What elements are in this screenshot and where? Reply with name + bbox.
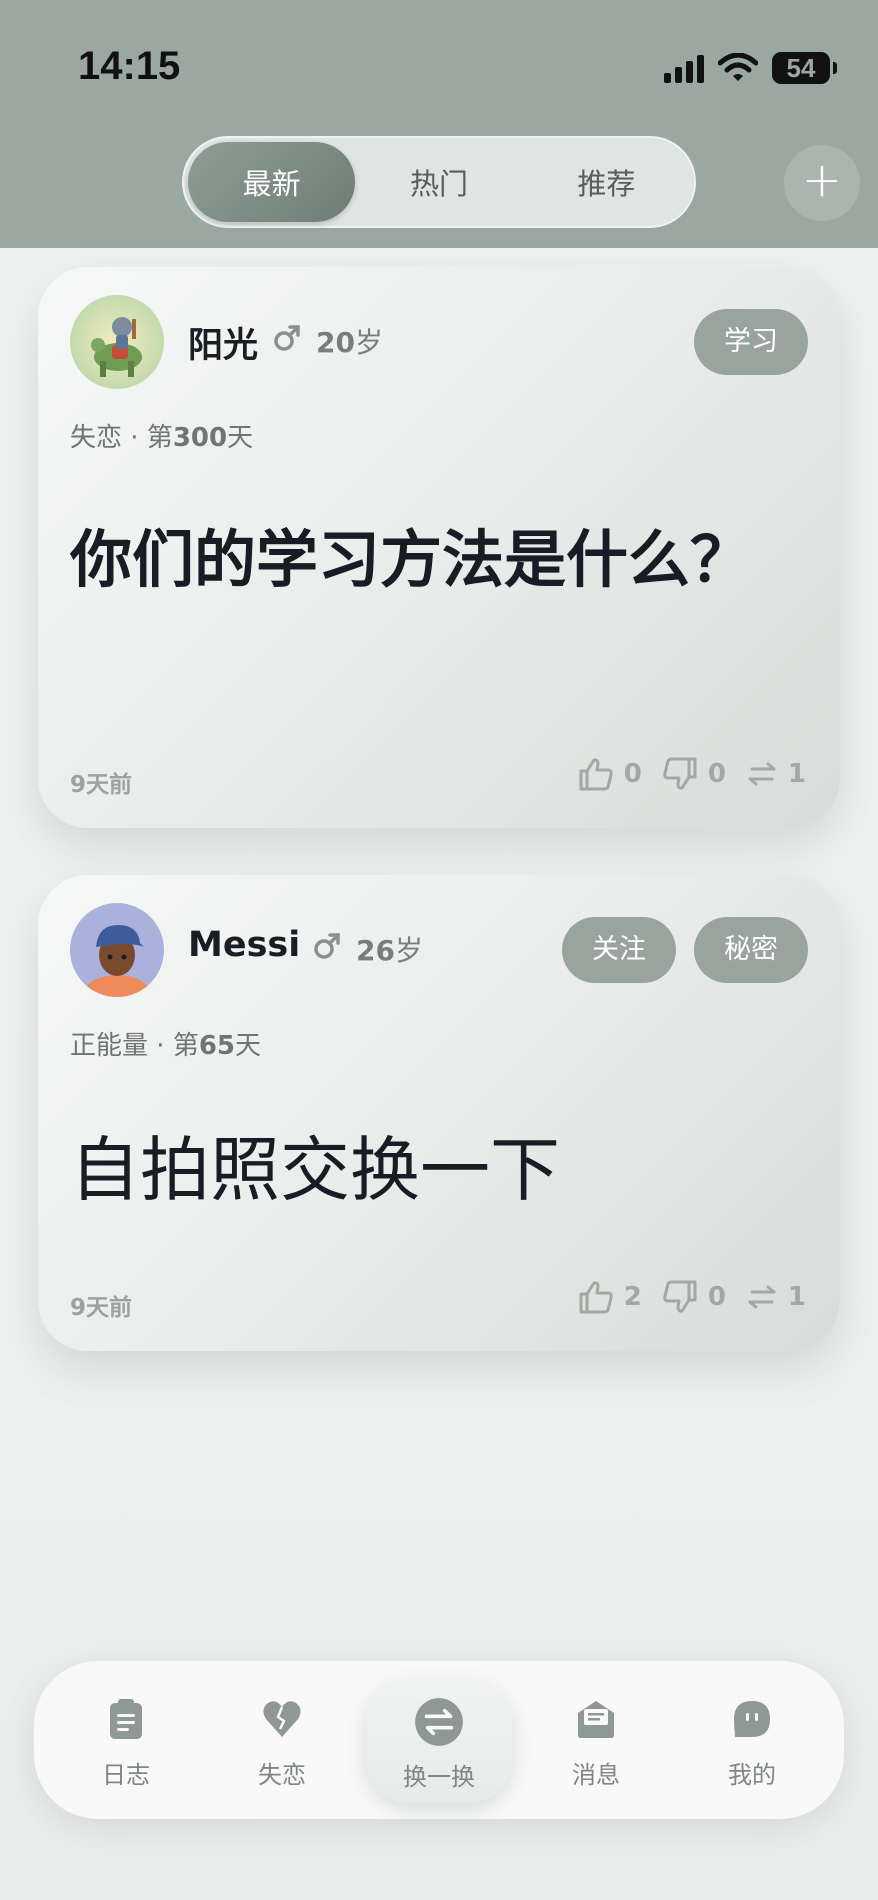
tag-secret-button[interactable]: 秘密 [694,917,808,983]
wifi-icon [718,53,758,81]
post-content[interactable]: 你们的学习方法是什么？ [70,517,770,603]
clipboard-icon [110,1699,142,1739]
user-name[interactable]: 阳光 [188,317,258,368]
top-header: 14:15 54 最新 热门 推荐 + [0,0,878,248]
user-name[interactable]: Messi [188,925,300,965]
post-time: 9天前 [70,1295,133,1321]
swap-arrows-icon [748,762,776,786]
status-icons: 54 [664,50,837,86]
like-button[interactable]: 2 [578,1280,642,1314]
thumbs-up-icon [579,1281,613,1314]
dislike-button[interactable]: 0 [662,1280,726,1314]
post-card[interactable]: 阳光 20岁 学习 失恋 · 第300天 你们的学习方法是什么？ 9天前 0 0… [38,267,840,828]
user-age: 20岁 [316,326,383,359]
tab-recommended[interactable]: 推荐 [523,142,690,222]
feed-tab-switcher: 最新 热门 推荐 [182,136,696,228]
tab-heartbreak[interactable]: 失恋 [222,1697,342,1790]
thumbs-up-icon [579,758,613,791]
share-button[interactable]: 1 [746,1282,806,1312]
message-icon [578,1701,614,1738]
post-time: 9天前 [70,772,133,798]
male-icon [314,933,340,959]
male-icon [274,325,300,351]
topic-line: 正能量 · 第65天 [70,1031,262,1061]
user-age: 26岁 [356,934,423,967]
tab-messages[interactable]: 消息 [536,1697,656,1790]
status-time: 14:15 [78,44,181,88]
thumbs-down-icon [663,1280,697,1313]
avatar[interactable] [70,295,164,389]
bottom-tab-bar: 日志 失恋 换一换 消息 我的 [34,1661,844,1819]
profile-icon [734,1701,770,1737]
battery-icon: 54 [772,52,837,84]
tab-profile[interactable]: 我的 [692,1697,812,1790]
post-stats: 2 0 1 [578,1280,806,1314]
topic-line: 失恋 · 第300天 [70,423,254,453]
tab-hot[interactable]: 热门 [355,142,522,222]
share-button[interactable]: 1 [746,759,806,789]
tab-swap[interactable]: 换一换 [379,1697,499,1792]
dislike-button[interactable]: 0 [662,757,726,791]
post-card[interactable]: Messi 26岁 关注 秘密 正能量 · 第65天 自拍照交换一下 9天前 2… [38,875,840,1351]
add-post-button[interactable]: + [784,145,860,221]
cellular-signal-icon [664,53,704,83]
swap-arrows-icon [748,1285,776,1309]
follow-button[interactable]: 关注 [562,917,676,983]
like-button[interactable]: 0 [578,757,642,791]
broken-heart-icon [263,1701,301,1737]
tab-latest[interactable]: 最新 [188,142,356,222]
swap-icon [415,1698,463,1746]
tag-study-button[interactable]: 学习 [694,309,808,375]
post-content[interactable]: 自拍照交换一下 [70,1125,560,1215]
avatar[interactable] [70,903,164,997]
tab-journal[interactable]: 日志 [66,1697,186,1790]
thumbs-down-icon [663,757,697,790]
plus-icon: + [801,152,843,208]
post-stats: 0 0 1 [578,757,806,791]
